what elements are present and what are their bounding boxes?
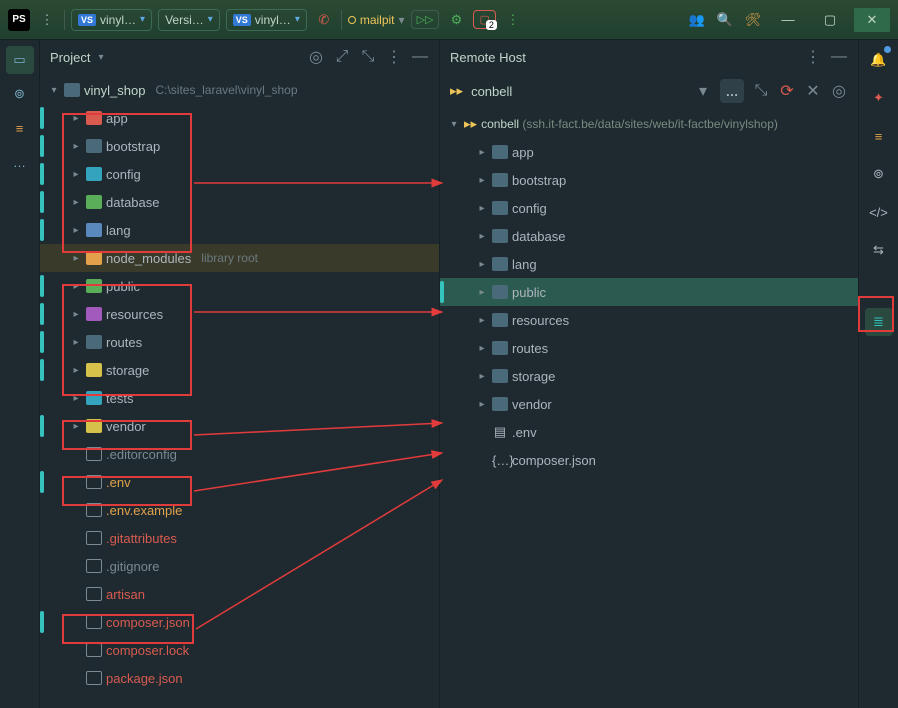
tab-version[interactable]: Versi…▾ <box>158 9 220 31</box>
share-button[interactable]: ⇆ <box>865 236 893 264</box>
folder-item[interactable]: lang <box>40 216 439 244</box>
hide-icon[interactable]: — <box>830 48 848 66</box>
group-icon[interactable]: 👥 <box>686 9 708 31</box>
remote-host-name[interactable]: conbell <box>471 84 686 99</box>
remote-file-item[interactable]: ▤.env <box>440 418 858 446</box>
embed-button[interactable]: </> <box>865 198 893 226</box>
structure-tool-button[interactable]: ⊚ <box>6 80 34 108</box>
hide-icon[interactable]: — <box>411 48 429 66</box>
more-icon[interactable]: ⋮ <box>804 48 822 66</box>
notifications-button[interactable]: 🔔 <box>865 46 893 74</box>
project-panel: Project ▾ ◎ ⤢ ⤡ ⋮ — vinyl_shopC:\sites_l… <box>40 40 440 708</box>
server-icon: ▸▸ <box>450 83 463 99</box>
ai-button[interactable]: ✦ <box>865 84 893 112</box>
run-button[interactable]: ▷▷ <box>411 10 440 29</box>
remote-folder-item[interactable]: database <box>440 222 858 250</box>
titlebar: PS ⋮ VSvinyl…▾ Versi…▾ VSvinyl…▾ ✆ mailp… <box>0 0 898 40</box>
file-item[interactable]: .env <box>40 468 439 496</box>
file-item[interactable]: artisan <box>40 580 439 608</box>
chevron-down-icon: ▾ <box>98 52 103 63</box>
chevron-down-icon[interactable]: ▾ <box>694 82 712 100</box>
remote-panel-header: Remote Host ⋮ — <box>440 40 858 74</box>
remote-host-selector: ▸▸ conbell ▾ … ⤡ ⟳ ✕ ◎ <box>440 74 858 108</box>
database-button[interactable]: ≡ <box>865 122 893 150</box>
app-logo: PS <box>8 9 30 31</box>
database-tool-button[interactable]: ≡ <box>6 114 34 142</box>
debug-icon[interactable]: ⚙ <box>445 9 467 31</box>
file-item[interactable]: .env.example <box>40 496 439 524</box>
file-item[interactable]: package.json <box>40 664 439 692</box>
file-item[interactable]: composer.lock <box>40 636 439 664</box>
file-item[interactable]: composer.json <box>40 608 439 636</box>
maximize-button[interactable]: ▢ <box>812 8 848 32</box>
tree-root[interactable]: vinyl_shopC:\sites_laravel\vinyl_shop <box>40 76 439 104</box>
remote-folder-item[interactable]: vendor <box>440 390 858 418</box>
target-icon[interactable]: ◎ <box>830 82 848 100</box>
browse-button[interactable]: … <box>720 79 744 103</box>
github-button[interactable]: ⊚ <box>865 160 893 188</box>
panels: Project ▾ ◎ ⤢ ⤡ ⋮ — vinyl_shopC:\sites_l… <box>40 40 858 708</box>
folder-item[interactable]: routes <box>40 328 439 356</box>
project-tree[interactable]: vinyl_shopC:\sites_laravel\vinyl_shopapp… <box>40 74 439 708</box>
file-item[interactable]: .editorconfig <box>40 440 439 468</box>
divider <box>64 10 65 30</box>
folder-item[interactable]: config <box>40 160 439 188</box>
remote-tree-root[interactable]: ▸▸ conbell (ssh.it-fact.be/data/sites/we… <box>440 110 858 138</box>
right-tool-rail: 🔔 ✦ ≡ ⊚ </> ⇆ ≣ <box>858 40 898 708</box>
left-tool-rail: ▭ ⊚ ≡ … <box>0 40 40 708</box>
folder-item[interactable]: public <box>40 272 439 300</box>
menu-icon[interactable]: ⋮ <box>36 9 58 31</box>
more-icon[interactable]: ⋮ <box>385 48 403 66</box>
remote-panel: Remote Host ⋮ — ▸▸ conbell ▾ … ⤡ ⟳ ✕ ◎ ▸… <box>440 40 858 708</box>
main-area: ▭ ⊚ ≡ … Project ▾ ◎ ⤢ ⤡ ⋮ — vinyl_shopC:… <box>0 40 898 708</box>
refresh-icon[interactable]: ⟳ <box>778 82 796 100</box>
folder-item[interactable]: bootstrap <box>40 132 439 160</box>
coverage-button[interactable]: ▢2 <box>473 10 495 29</box>
remote-folder-item[interactable]: config <box>440 194 858 222</box>
remote-file-item[interactable]: {…}composer.json <box>440 446 858 474</box>
project-panel-header: Project ▾ ◎ ⤢ ⤡ ⋮ — <box>40 40 439 74</box>
divider <box>341 10 342 30</box>
remote-folder-item[interactable]: public <box>440 278 858 306</box>
remote-panel-title: Remote Host <box>450 50 526 65</box>
phone-icon[interactable]: ✆ <box>313 9 335 31</box>
project-panel-title[interactable]: Project <box>50 50 90 65</box>
tab-vinyl-2[interactable]: VSvinyl…▾ <box>226 9 307 31</box>
cancel-icon[interactable]: ✕ <box>804 82 822 100</box>
project-tool-button[interactable]: ▭ <box>6 46 34 74</box>
file-item[interactable]: .gitattributes <box>40 524 439 552</box>
remote-folder-item[interactable]: storage <box>440 362 858 390</box>
target-icon[interactable]: ◎ <box>307 48 325 66</box>
remote-tree[interactable]: ▸▸ conbell (ssh.it-fact.be/data/sites/we… <box>440 108 858 708</box>
folder-item[interactable]: database <box>40 188 439 216</box>
minimize-button[interactable]: — <box>770 8 806 32</box>
folder-item[interactable]: node_moduleslibrary root <box>40 244 439 272</box>
remote-host-button[interactable]: ≣ <box>865 308 893 336</box>
remote-folder-item[interactable]: app <box>440 138 858 166</box>
expand-icon[interactable]: ⤢ <box>333 48 351 66</box>
search-icon[interactable]: 🔍 <box>714 9 736 31</box>
more-icon[interactable]: ⋮ <box>502 9 524 31</box>
remote-folder-item[interactable]: bootstrap <box>440 166 858 194</box>
remote-folder-item[interactable]: routes <box>440 334 858 362</box>
collapse-icon[interactable]: ⤡ <box>359 48 377 66</box>
close-button[interactable]: ✕ <box>854 8 890 32</box>
remote-folder-item[interactable]: lang <box>440 250 858 278</box>
file-item[interactable]: .gitignore <box>40 552 439 580</box>
folder-item[interactable]: app <box>40 104 439 132</box>
folder-item[interactable]: storage <box>40 356 439 384</box>
tools-icon[interactable]: 🛠 <box>742 9 764 31</box>
folder-item[interactable]: resources <box>40 300 439 328</box>
collapse-icon[interactable]: ⤡ <box>752 82 770 100</box>
remote-folder-item[interactable]: resources <box>440 306 858 334</box>
more-tool-button[interactable]: … <box>6 148 34 176</box>
folder-item[interactable]: tests <box>40 384 439 412</box>
folder-item[interactable]: vendor <box>40 412 439 440</box>
mailpit-config[interactable]: mailpit▾ <box>348 13 405 27</box>
tab-vinyl-1[interactable]: VSvinyl…▾ <box>71 9 152 31</box>
